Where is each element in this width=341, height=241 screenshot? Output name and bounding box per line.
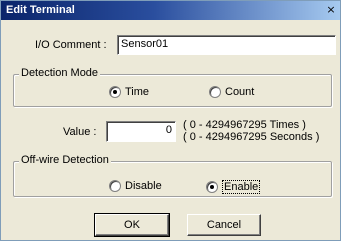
detection-mode-legend: Detection Mode — [19, 67, 101, 79]
value-input[interactable]: 0 — [106, 121, 176, 142]
range-times-text: ( 0 - 4294967295 Times ) — [183, 119, 306, 131]
radio-unchecked-icon — [209, 86, 221, 98]
detection-mode-group: Detection Mode — [13, 67, 332, 107]
offwire-detection-group: Off-wire Detection — [13, 154, 332, 197]
value-label: Value : — [63, 126, 97, 138]
offwire-detection-legend: Off-wire Detection — [19, 154, 111, 166]
radio-enable[interactable]: Enable — [206, 180, 261, 194]
ok-button[interactable]: OK — [94, 213, 170, 237]
io-comment-input[interactable]: Sensor01 — [117, 35, 336, 55]
radio-count[interactable]: Count — [209, 86, 254, 98]
radio-disable-label: Disable — [125, 180, 162, 192]
dialog-title: Edit Terminal — [6, 4, 75, 16]
radio-enable-label: Enable — [222, 180, 261, 194]
io-comment-label: I/O Comment : — [35, 39, 107, 51]
radio-checked-icon — [109, 86, 121, 98]
radio-disable[interactable]: Disable — [109, 180, 162, 192]
close-icon[interactable]: × — [324, 3, 338, 17]
radio-checked-icon — [206, 181, 218, 193]
radio-time[interactable]: Time — [109, 86, 149, 98]
range-seconds-text: ( 0 - 4294967295 Seconds ) — [183, 131, 320, 143]
radio-unchecked-icon — [109, 180, 121, 192]
radio-count-label: Count — [225, 86, 255, 98]
radio-time-label: Time — [125, 86, 150, 98]
edit-terminal-dialog: Edit Terminal × I/O Comment : Sensor01 D… — [0, 0, 341, 241]
title-bar[interactable]: Edit Terminal × — [1, 1, 340, 20]
cancel-button[interactable]: Cancel — [187, 214, 261, 236]
